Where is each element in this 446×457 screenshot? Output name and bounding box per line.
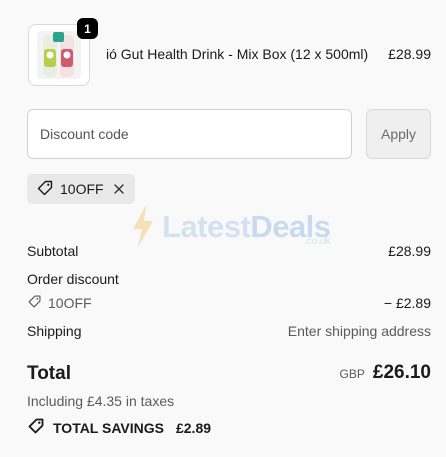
total-currency: GBP bbox=[339, 367, 365, 381]
watermark-logo: LatestDeals .co.uk bbox=[130, 203, 331, 249]
savings-value: £2.89 bbox=[175, 419, 212, 436]
apply-button[interactable]: Apply bbox=[366, 109, 431, 159]
order-discount-code-text: 10OFF bbox=[48, 295, 92, 311]
applied-discount-chip: 10OFF bbox=[27, 174, 135, 204]
total-amount: £26.10 bbox=[372, 362, 431, 383]
remove-discount-icon[interactable] bbox=[112, 182, 126, 196]
total-label: Total bbox=[27, 363, 71, 384]
shipping-value: Enter shipping address bbox=[287, 323, 431, 339]
product-price: £28.99 bbox=[388, 46, 431, 62]
tax-note: Including £4.35 in taxes bbox=[27, 393, 175, 409]
watermark-suffix: .co.uk bbox=[303, 236, 331, 247]
order-discount-value: − £2.89 bbox=[383, 295, 431, 311]
watermark-word-deals: Deals bbox=[250, 208, 331, 244]
total-savings: TOTAL SAVINGS £2.89 bbox=[27, 417, 211, 438]
shipping-label: Shipping bbox=[27, 323, 82, 339]
order-discount-label: Order discount bbox=[27, 271, 119, 287]
subtotal-value: £28.99 bbox=[388, 243, 431, 259]
product-name: ió Gut Health Drink - Mix Box (12 x 500m… bbox=[106, 46, 369, 62]
tag-icon bbox=[27, 294, 42, 312]
applied-discount-code: 10OFF bbox=[60, 181, 104, 197]
savings-tag-icon bbox=[27, 417, 45, 438]
total-amount-group: GBP £26.10 bbox=[340, 362, 431, 384]
lightning-bolt-icon bbox=[133, 205, 153, 247]
discount-code-input[interactable] bbox=[27, 109, 352, 159]
tag-icon bbox=[36, 179, 54, 200]
subtotal-label: Subtotal bbox=[27, 243, 79, 259]
watermark-word-latest: Latest bbox=[162, 208, 251, 244]
savings-label: TOTAL SAVINGS bbox=[53, 419, 164, 436]
quantity-badge: 1 bbox=[77, 18, 98, 39]
order-discount-code: 10OFF bbox=[27, 294, 92, 312]
